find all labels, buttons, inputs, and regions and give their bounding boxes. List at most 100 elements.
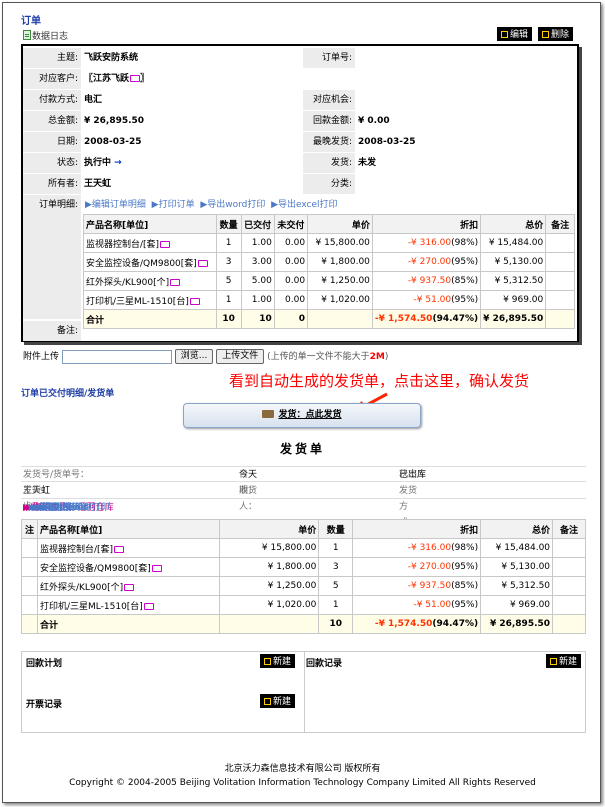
product-cell[interactable]: 红外探头/KL900[个] bbox=[83, 271, 217, 291]
folder-icon bbox=[143, 602, 154, 610]
upload-button[interactable]: 上传文件 bbox=[216, 349, 265, 364]
opportunity-value bbox=[355, 90, 577, 110]
delete-button[interactable]: 删除 bbox=[538, 27, 574, 41]
mark-cell bbox=[21, 557, 38, 577]
product-name[interactable]: 监视器控制台/[套] bbox=[40, 545, 113, 555]
folder-icon bbox=[160, 240, 171, 248]
remark-label: 备注: bbox=[23, 321, 81, 341]
browse-button[interactable]: 浏览... bbox=[174, 349, 214, 364]
total-cell: ¥ 969.00 bbox=[480, 595, 554, 615]
op-export-excel-link[interactable]: ▶导出excel打印 bbox=[43, 500, 109, 516]
sum-discount-pct: (94.47%) bbox=[432, 619, 479, 629]
product-name[interactable]: 红外探头/KL900[个] bbox=[86, 278, 169, 288]
table-row: 监视器控制台/[套] ¥ 15,800.00 1 -¥ 316.00(98%) … bbox=[21, 538, 586, 558]
product-name[interactable]: 打印机/三星ML-1510[台] bbox=[40, 602, 143, 612]
subject-value: 飞跃安防系统 bbox=[84, 53, 139, 63]
delivered-cell: 3.00 bbox=[240, 252, 275, 272]
note-cell bbox=[545, 233, 575, 253]
col-price: 单价 bbox=[307, 214, 373, 234]
data-log-link[interactable]: 数据日志 bbox=[23, 29, 68, 42]
price-cell: ¥ 1,800.00 bbox=[218, 557, 320, 577]
product-cell[interactable]: 打印机/三星ML-1510[台] bbox=[83, 290, 217, 310]
discount-cell: -¥ 51.00(95%) bbox=[352, 595, 482, 615]
discount-pct: (98%) bbox=[451, 238, 479, 248]
payment-label: 付款方式: bbox=[23, 90, 81, 110]
edit-detail-link[interactable]: ▶编辑订单明细 bbox=[85, 200, 146, 210]
shipment-status: 状态： 已出库 bbox=[399, 467, 426, 483]
discount-pct: (85%) bbox=[451, 581, 479, 591]
total-cell: ¥ 15,484.00 bbox=[480, 538, 554, 558]
product-name[interactable]: 安全监控设备/QM9800[套] bbox=[86, 259, 197, 269]
customer-value[interactable]: 〖江苏飞跃 〗 bbox=[81, 69, 577, 89]
product-cell[interactable]: 监视器控制台/[套] bbox=[36, 538, 220, 558]
ship-button[interactable]: 发货：点此发货 bbox=[183, 403, 421, 428]
export-word-link[interactable]: ▶导出word打印 bbox=[200, 200, 265, 210]
product-name[interactable]: 打印机/三星ML-1510[台] bbox=[86, 297, 189, 307]
new-button-label: 新建 bbox=[273, 657, 292, 667]
edit-button[interactable]: 编辑 bbox=[497, 27, 533, 41]
order-row-detail: 订单明细: ▶编辑订单明细 ▶打印订单 ▶导出word打印 ▶导出excel打印… bbox=[23, 195, 577, 329]
product-name[interactable]: 监视器控制台/[套] bbox=[86, 240, 159, 250]
print-order-link[interactable]: ▶打印订单 bbox=[152, 200, 195, 210]
product-name[interactable]: 安全监控设备/QM9800[套] bbox=[40, 564, 151, 574]
qty-cell: 1 bbox=[318, 538, 354, 558]
price-cell: ¥ 1,250.00 bbox=[307, 271, 373, 291]
product-name[interactable]: 红外探头/KL900[个] bbox=[40, 583, 123, 593]
folder-icon bbox=[151, 564, 162, 572]
total-cell: ¥ 5,130.00 bbox=[480, 557, 554, 577]
order-row-owner: 所有者: 王天虹 分类: bbox=[23, 174, 577, 194]
order-row-total: 总金额: ¥ 26,895.50 回款金额: ¥ 0.00 bbox=[23, 111, 577, 131]
shipment-status-label: 状态： bbox=[399, 470, 427, 480]
discount-amount: -¥ 270.00 bbox=[407, 562, 452, 572]
opportunity-label: 对应机会: bbox=[303, 90, 355, 110]
qty-cell: 1 bbox=[318, 595, 354, 615]
customer-name[interactable]: 〖江苏飞跃 bbox=[84, 74, 129, 84]
payment-plan-title: 回款计划 bbox=[26, 659, 63, 669]
price-cell: ¥ 15,800.00 bbox=[307, 233, 373, 253]
discount-amount: -¥ 51.00 bbox=[413, 295, 452, 305]
order-no-value bbox=[355, 48, 577, 68]
shipping-value: 未发 bbox=[358, 158, 377, 168]
new-payment-plan-button[interactable]: 新建 bbox=[260, 654, 296, 668]
col-note: 备注 bbox=[545, 214, 575, 234]
discount-pct: (95%) bbox=[451, 257, 479, 267]
product-cell[interactable]: 打印机/三星ML-1510[台] bbox=[36, 595, 220, 615]
note-cell bbox=[552, 576, 586, 596]
status-arrow-icon[interactable]: → bbox=[114, 158, 122, 168]
order-row-payment: 付款方式: 电汇 对应机会: bbox=[23, 90, 577, 110]
shipment-link[interactable]: 订单已交付明细/发货单 bbox=[21, 386, 114, 399]
order-panel: 主题: 飞跃安防系统 订单号: 对应客户: 〖江苏飞跃 〗 付款方式: 电汇 对应… bbox=[21, 44, 579, 342]
order-no-label: 订单号: bbox=[303, 48, 355, 68]
col-total: 总价 bbox=[480, 214, 547, 234]
product-cell[interactable]: 红外探头/KL900[个] bbox=[36, 576, 220, 596]
price-cell: ¥ 1,020.00 bbox=[307, 290, 373, 310]
product-cell[interactable]: 安全监控设备/QM9800[套] bbox=[83, 252, 217, 272]
records-divider bbox=[304, 652, 305, 732]
note-cell bbox=[545, 271, 575, 291]
sum-mark-empty bbox=[21, 614, 38, 634]
detail-label: 订单明细: bbox=[23, 195, 81, 319]
latest-ship-label: 最晚发货: bbox=[303, 132, 355, 152]
square-icon bbox=[264, 658, 271, 665]
file-path-input[interactable] bbox=[61, 349, 172, 364]
upload-hint-size: 2M bbox=[369, 352, 385, 362]
qty-cell: 1 bbox=[215, 290, 242, 310]
document-icon bbox=[23, 30, 31, 40]
discount-cell: -¥ 316.00(98%) bbox=[352, 538, 482, 558]
new-invoice-record-button[interactable]: 新建 bbox=[260, 694, 296, 708]
product-cell[interactable]: 监视器控制台/[套] bbox=[83, 233, 217, 253]
col-product: 产品名称[单位] bbox=[83, 214, 217, 234]
square-icon bbox=[542, 31, 549, 38]
table-row: 红外探头/KL900[个] ¥ 1,250.00 5 -¥ 937.50(85%… bbox=[21, 576, 586, 596]
export-excel-link[interactable]: ▶导出excel打印 bbox=[271, 200, 337, 210]
data-log-label: 数据日志 bbox=[32, 32, 69, 42]
undelivered-cell: 0.00 bbox=[273, 290, 309, 310]
total-cell: ¥ 5,312.50 bbox=[480, 576, 554, 596]
customer-label: 对应客户: bbox=[23, 69, 81, 89]
product-cell[interactable]: 安全监控设备/QM9800[套] bbox=[36, 557, 220, 577]
table-total-row: 合计 10 -¥ 1,574.50(94.47%) ¥ 26,895.50 bbox=[21, 614, 586, 634]
note-cell bbox=[552, 538, 586, 558]
new-payment-record-button[interactable]: 新建 bbox=[546, 654, 582, 668]
edit-button-label: 编辑 bbox=[510, 30, 529, 40]
col-note: 备注 bbox=[552, 519, 586, 539]
